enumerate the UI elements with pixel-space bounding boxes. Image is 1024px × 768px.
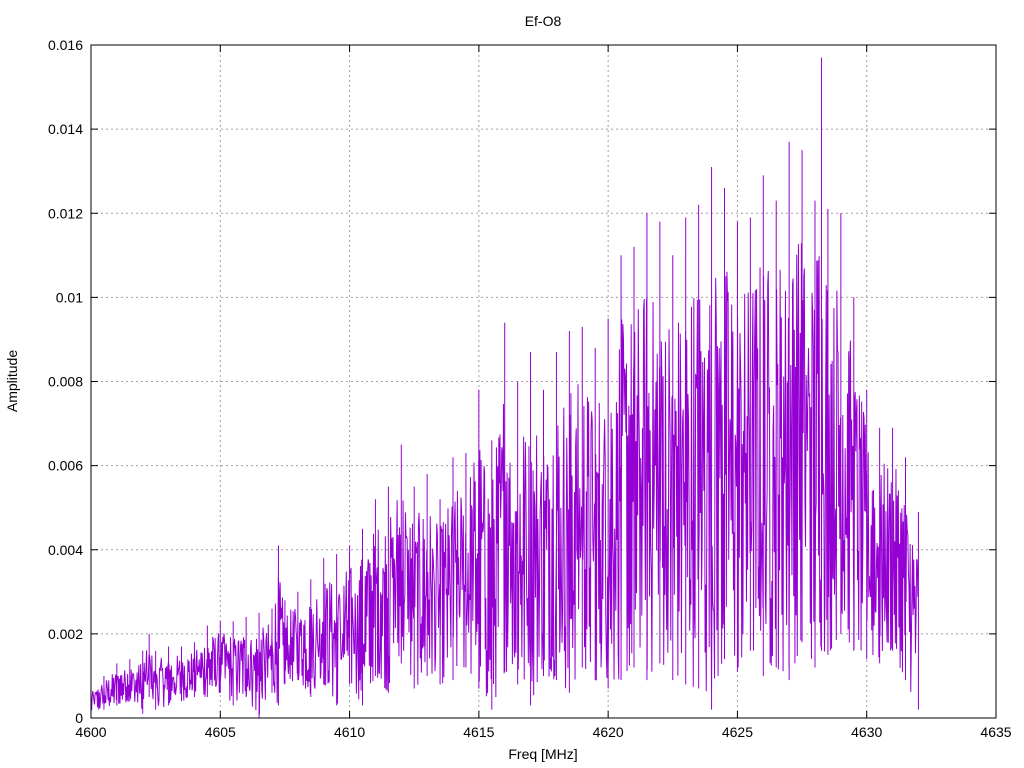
y-tick-label: 0.002 [48, 626, 83, 642]
y-axis-title: Amplitude [4, 350, 20, 412]
y-tick-label: 0.012 [48, 205, 83, 221]
chart-title: Ef-O8 [525, 13, 562, 29]
amplitude-spectrum-chart: Ef-O8 4600 4605 4610 4615 4620 4625 4630 4635 0… [4, 13, 1012, 762]
y-tick-label: 0.014 [48, 121, 83, 137]
x-tick-label: 4605 [205, 724, 236, 740]
x-tick-label: 4620 [593, 724, 624, 740]
x-tick-labels: 4600 4605 4610 4615 4620 4625 4630 4635 [75, 724, 1011, 740]
x-tick-label: 4600 [75, 724, 106, 740]
y-tick-label: 0.016 [48, 37, 83, 53]
series-group [90, 57, 919, 718]
y-tick-label: 0 [75, 710, 83, 726]
x-axis-title: Freq [MHz] [508, 746, 577, 762]
x-tick-label: 4635 [980, 724, 1011, 740]
x-tick-label: 4615 [463, 724, 494, 740]
y-tick-labels: 0 0.002 0.004 0.006 0.008 0.01 0.012 0.014 0.016 [48, 37, 83, 726]
y-tick-label: 0.01 [56, 289, 83, 305]
x-tick-label: 4625 [722, 724, 753, 740]
series-line [90, 57, 919, 718]
y-tick-label: 0.008 [48, 374, 83, 390]
y-tick-label: 0.004 [48, 542, 83, 558]
x-tick-label: 4630 [851, 724, 882, 740]
y-tick-label: 0.006 [48, 458, 83, 474]
x-tick-label: 4610 [334, 724, 365, 740]
